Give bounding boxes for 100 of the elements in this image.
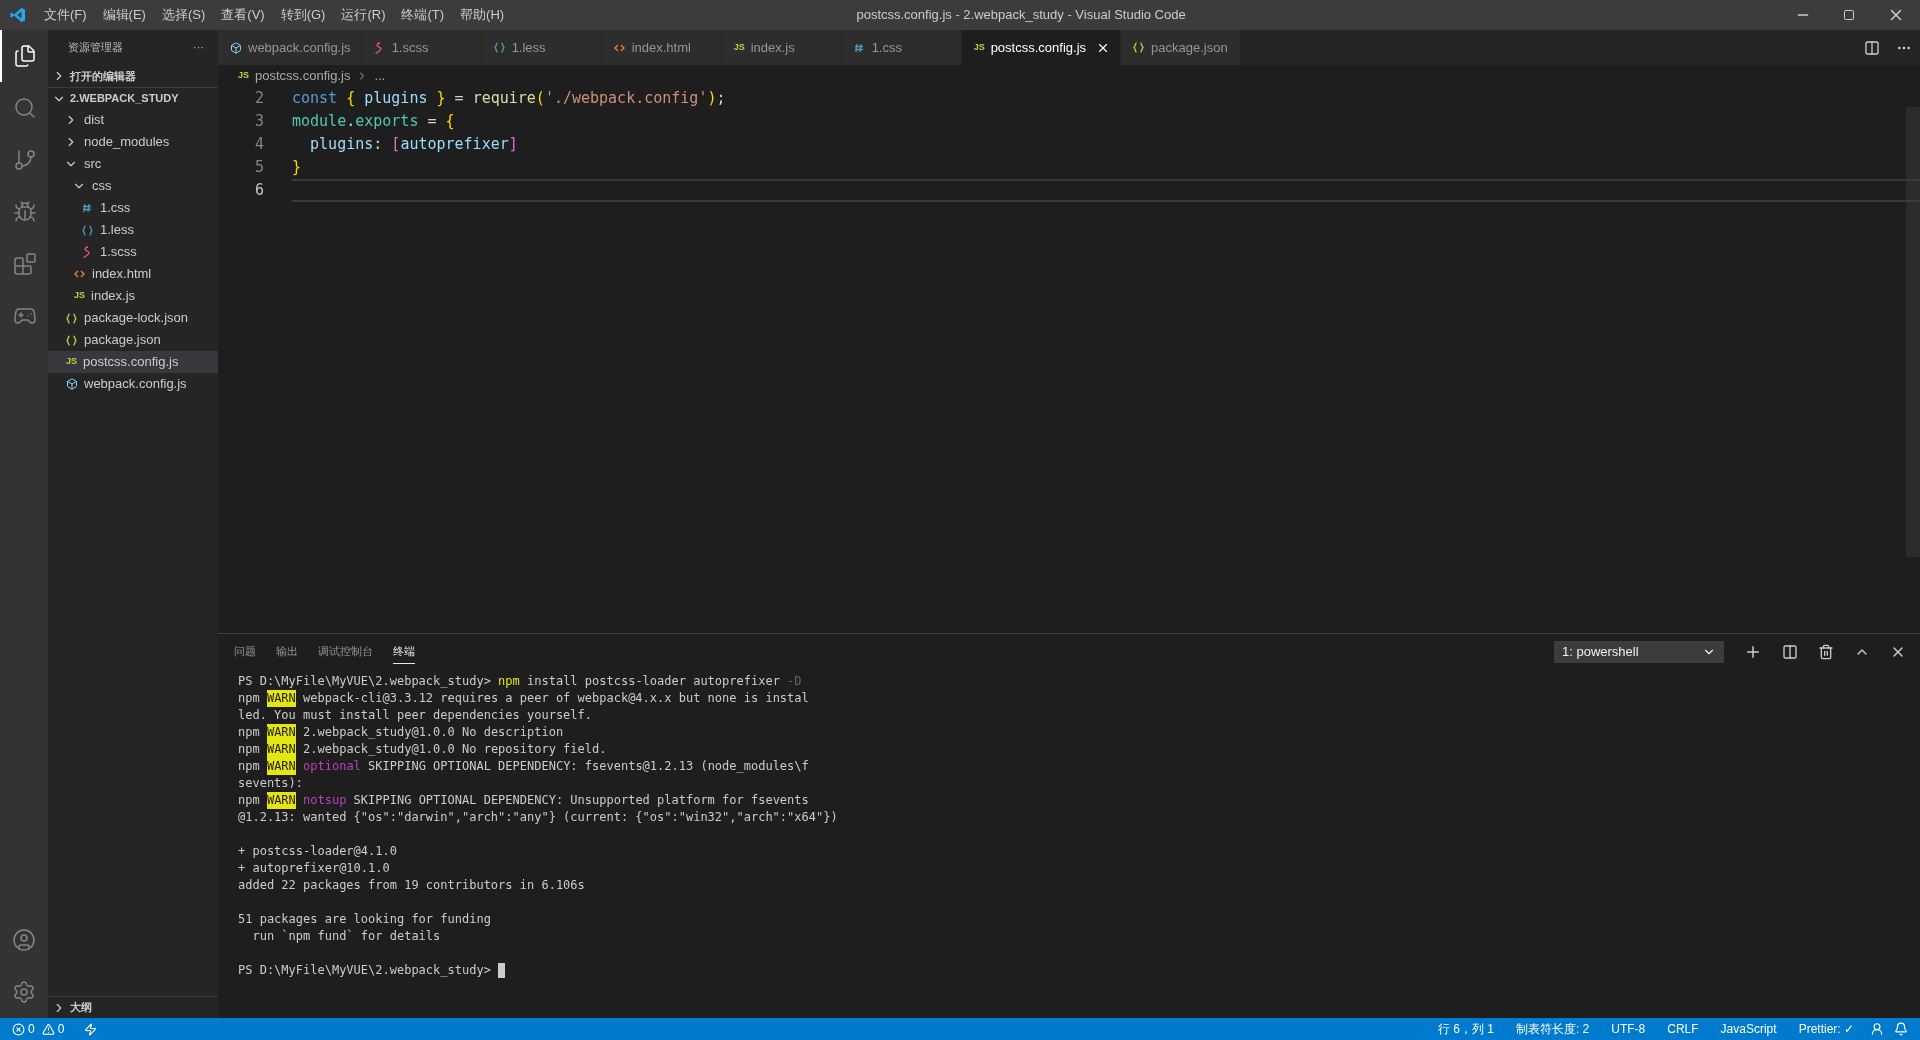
folder-item[interactable]: css: [48, 175, 218, 197]
code-icon: [613, 42, 626, 53]
folder-item[interactable]: node_modules: [48, 131, 218, 153]
menu-item[interactable]: 终端(T): [393, 5, 453, 25]
person-icon[interactable]: [1870, 1022, 1884, 1036]
line-number: 5: [253, 157, 265, 179]
panel-tab[interactable]: 终端: [393, 638, 415, 665]
code-line: }: [292, 157, 303, 179]
editor-tab[interactable]: 1.scss: [361, 30, 482, 65]
terminal-line: PS D:\MyFile\MyVUE\2.webpack_study> npm install postcss-loader autoprefixer -D: [238, 673, 803, 690]
file-item[interactable]: index.html: [48, 263, 218, 285]
code-line: const { plugins } = require('./webpack.config');: [292, 88, 727, 110]
panel-tab[interactable]: 问题: [234, 639, 256, 664]
terminal-line: npm WARN webpack-cli@3.3.12 requires a peer of webpack@4.x.x but none is instal: [238, 690, 810, 707]
status-item[interactable]: Prettier: ✓: [1792, 1020, 1860, 1038]
menu-item[interactable]: 文件(F): [36, 5, 95, 25]
warning-count[interactable]: 0: [57, 1020, 65, 1038]
trash-icon[interactable]: [1818, 643, 1834, 660]
terminal-line: npm WARN notsup SKIPPING OPTIONAL DEPENDENCY: Unsupported platform for fsevents: [238, 792, 810, 809]
sidebar-title: 资源管理器: [68, 40, 123, 56]
terminal-line: run `npm fund` for details: [251, 928, 442, 945]
line-number: 6: [253, 180, 265, 202]
code-line: plugins: [autoprefixer]: [309, 134, 519, 156]
settings-icon[interactable]: [12, 980, 36, 1004]
hash-icon: [82, 203, 94, 213]
more-actions[interactable]: ···: [193, 39, 204, 56]
status-item[interactable]: JavaScript: [1714, 1020, 1783, 1038]
status-item[interactable]: CRLF: [1661, 1020, 1705, 1038]
braces-icon: [1133, 42, 1145, 53]
js-file-icon: JS: [973, 40, 985, 55]
terminal-line: npm WARN optional SKIPPING OPTIONAL DEPENDENCY: fsevents@1.2.13 (node_modules\f: [238, 758, 810, 775]
terminal-line: led. You must install peer dependencies yourself.: [238, 707, 593, 724]
status-item[interactable]: 制表符长度: 2: [1509, 1020, 1596, 1038]
scrollbar-thumb[interactable]: [1906, 107, 1920, 557]
menu-item[interactable]: 帮助(H): [452, 5, 513, 25]
menu-item[interactable]: 编辑(E): [94, 5, 154, 25]
terminal-line: + postcss-loader@4.1.0: [238, 843, 398, 860]
menu-item[interactable]: 查看(V): [213, 5, 273, 25]
js-file-icon: JS: [66, 355, 77, 369]
line-number: 2: [253, 88, 265, 110]
file-item[interactable]: package.json: [48, 329, 218, 351]
warning-icon[interactable]: [41, 1022, 55, 1036]
file-item[interactable]: 1.less: [48, 219, 218, 241]
error-count[interactable]: 0: [28, 1020, 35, 1038]
editor-tab[interactable]: JS index.js: [721, 30, 842, 65]
status-item[interactable]: 行 6，列 1: [1431, 1020, 1500, 1038]
split-terminal-icon[interactable]: [1782, 643, 1798, 660]
hash-icon: [853, 42, 866, 53]
editor-tab[interactable]: JS postcss.config.js: [961, 30, 1121, 65]
menu-item[interactable]: 选择(S): [153, 5, 214, 25]
code-icon: [74, 269, 86, 279]
terminal-line: added 22 packages from 19 contributors in 6.106s: [238, 877, 586, 894]
terminal-select[interactable]: 1: powershell: [1554, 640, 1724, 663]
terminal-line: sevents):: [238, 775, 305, 792]
app-logo-icon: [10, 7, 26, 23]
open-editors-header[interactable]: 打开的编辑器: [48, 65, 218, 87]
breadcrumb-item[interactable]: postcss.config.js: [255, 66, 351, 86]
js-file-icon: JS: [238, 69, 249, 83]
braces-icon: [493, 42, 506, 53]
editor-tab[interactable]: index.html: [601, 30, 722, 65]
terminal-line: npm WARN 2.webpack_study@1.0.0 No description: [238, 724, 565, 741]
bell-icon[interactable]: [1894, 1022, 1908, 1036]
line-number: 3: [253, 111, 265, 133]
terminal-line: @1.2.13: wanted {"os":"darwin","arch":"any"} (current: {"os":"win32","arch":"x64"}): [238, 809, 839, 826]
cube-icon: [66, 378, 78, 390]
breadcrumb-item[interactable]: ...: [374, 66, 386, 86]
line-number: 4: [253, 134, 265, 156]
terminal-line: + autoprefixer@10.1.0: [238, 860, 391, 877]
status-item[interactable]: UTF-8: [1605, 1020, 1652, 1038]
folder-item[interactable]: dist: [48, 109, 218, 131]
editor-tab[interactable]: 1.css: [841, 30, 962, 65]
file-item[interactable]: JS postcss.config.js: [48, 351, 218, 373]
editor-tab[interactable]: 1.less: [481, 30, 602, 65]
panel-tab[interactable]: 输出: [276, 639, 298, 664]
menu-item[interactable]: 运行(R): [333, 5, 394, 25]
braces-icon: [82, 224, 94, 236]
braces-icon: [66, 334, 78, 346]
error-icon[interactable]: [12, 1022, 25, 1036]
menu-item[interactable]: 转到(G): [272, 5, 334, 25]
js-file-icon: JS: [733, 40, 745, 55]
file-item[interactable]: 1.scss: [48, 241, 218, 263]
terminal-line: PS D:\MyFile\MyVUE\2.webpack_study>: [238, 962, 1920, 979]
panel-tab[interactable]: 调试控制台: [318, 639, 373, 664]
file-item[interactable]: webpack.config.js: [48, 373, 218, 395]
file-item[interactable]: JS index.js: [48, 285, 218, 307]
lightning-icon[interactable]: [84, 1022, 98, 1036]
restore-icon[interactable]: [1843, 9, 1855, 21]
cube-icon: [230, 41, 242, 54]
editor-tab[interactable]: webpack.config.js: [218, 30, 362, 65]
project-header[interactable]: 2.WEBPACK_STUDY: [48, 87, 218, 109]
editor-tab[interactable]: package.json: [1121, 30, 1241, 65]
file-item[interactable]: 1.css: [48, 197, 218, 219]
cursor: [498, 963, 506, 978]
terminal-line: 51 packages are looking for funding: [238, 911, 492, 928]
split-editor-icon[interactable]: [1864, 39, 1880, 56]
terminal-line: npm WARN 2.webpack_study@1.0.0 No repository field.: [238, 741, 608, 758]
folder-item[interactable]: src: [48, 153, 218, 175]
file-item[interactable]: package-lock.json: [48, 307, 218, 329]
account-icon[interactable]: [12, 928, 36, 952]
braces-icon: [66, 312, 78, 324]
